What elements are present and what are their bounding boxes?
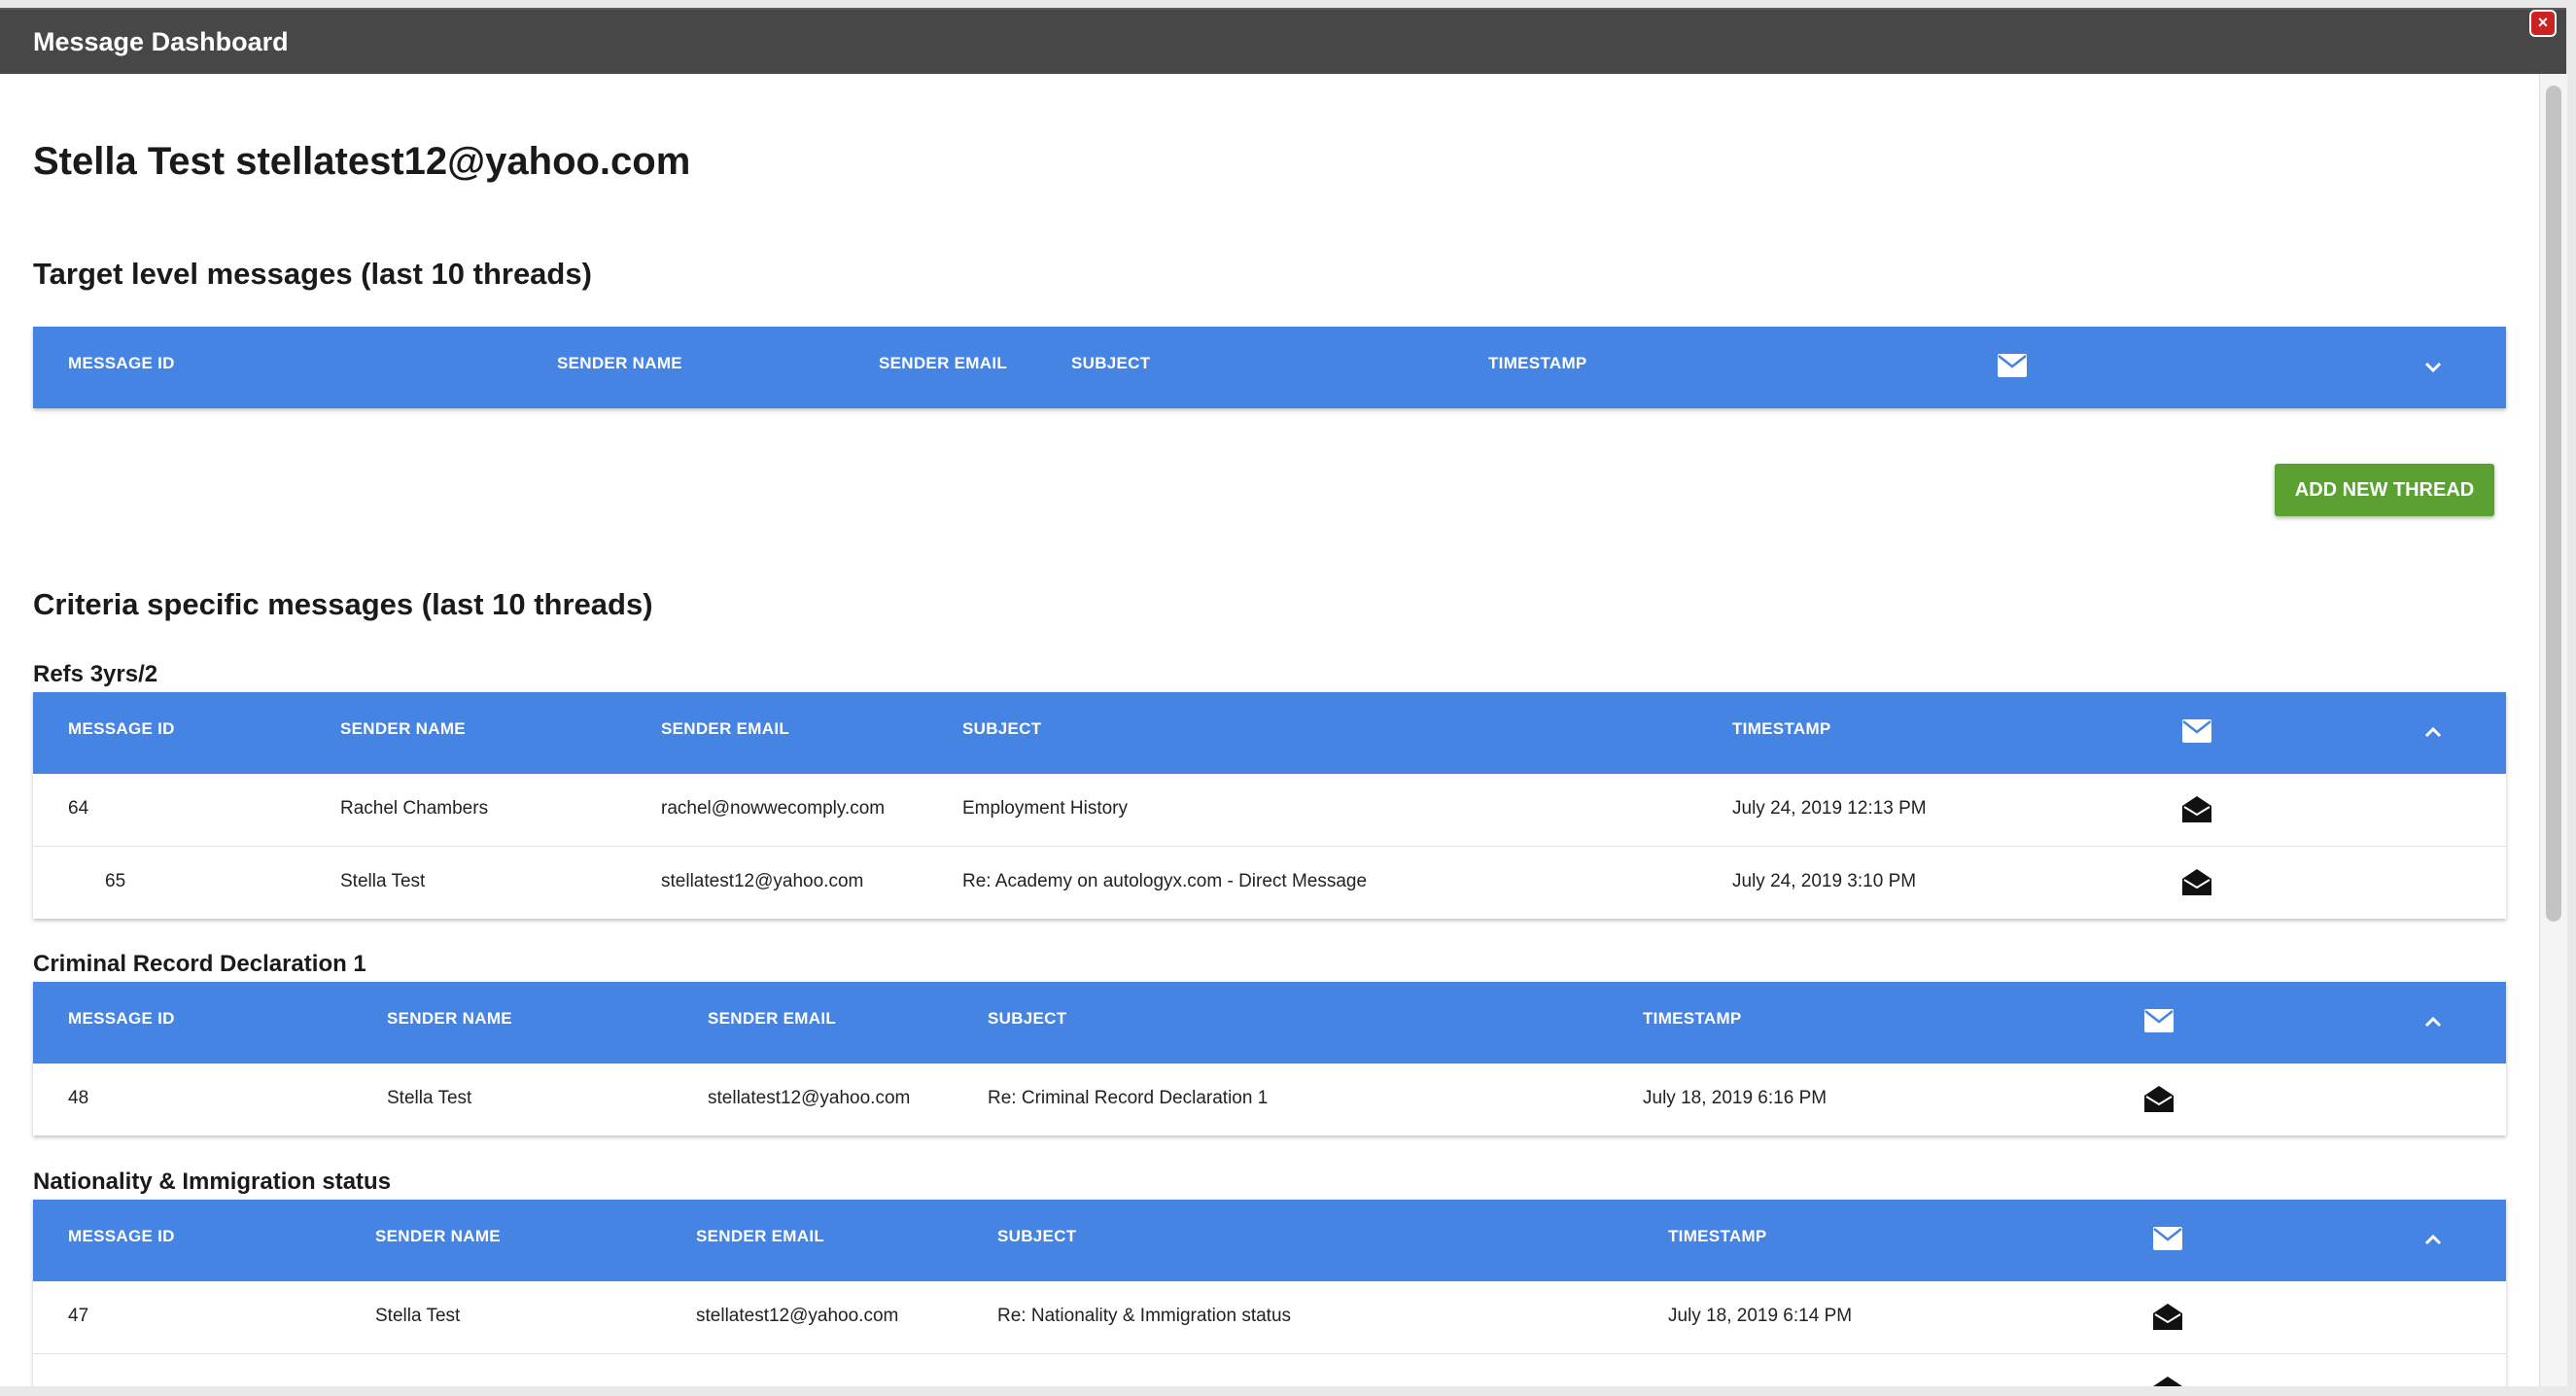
page-title: Stella Test stellatest12@yahoo.com xyxy=(33,140,691,183)
cell-sender-email: rachel@nowwecomply.com xyxy=(661,798,886,819)
column-sender-name: SENDER NAME xyxy=(387,1009,512,1028)
chevron-up-icon[interactable] xyxy=(2422,1229,2444,1250)
cell-subject: Re: Criminal Record Declaration 1 xyxy=(988,1088,1269,1108)
cell-message-id: 64 xyxy=(68,798,89,819)
column-sender-name: SENDER NAME xyxy=(375,1227,501,1245)
table-row[interactable]: 65 Stella Test stellatest12@yahoo.com Re… xyxy=(33,847,2506,919)
close-icon[interactable]: × xyxy=(2529,10,2557,37)
envelope-open-icon[interactable] xyxy=(2182,795,2211,822)
column-message-id: MESSAGE ID xyxy=(68,354,175,372)
group-title-nationality: Nationality & Immigration status xyxy=(33,1169,392,1195)
chevron-up-icon[interactable] xyxy=(2422,1011,2444,1032)
column-message-id: MESSAGE ID xyxy=(68,1227,175,1245)
cell-sender-name: Stella Test xyxy=(340,871,426,891)
table-header: MESSAGE ID SENDER NAME SENDER EMAIL SUBJ… xyxy=(33,1200,2506,1281)
column-sender-email: SENDER EMAIL xyxy=(879,354,1008,372)
table-row[interactable]: 48 Stella Test stellatest12@yahoo.com Re… xyxy=(33,1064,2506,1135)
column-timestamp: TIMESTAMP xyxy=(1488,354,1587,372)
column-sender-email: SENDER EMAIL xyxy=(708,1009,837,1028)
cell-message-id: 47 xyxy=(68,1306,89,1326)
chevron-down-icon[interactable] xyxy=(2422,356,2444,377)
cell-subject: Re: Academy on autologyx.com - Direct Me… xyxy=(962,871,1368,891)
envelope-open-icon[interactable] xyxy=(2144,1085,2174,1112)
dashboard-content: Stella Test stellatest12@yahoo.com Targe… xyxy=(0,74,2539,1386)
envelope-open-icon[interactable] xyxy=(2182,868,2211,895)
column-subject: SUBJECT xyxy=(1071,354,1151,372)
cell-timestamp: July 24, 2019 12:13 PM xyxy=(1732,798,1927,819)
window-title: Message Dashboard xyxy=(33,27,289,56)
cell-sender-name: Rachel Chambers xyxy=(340,798,489,819)
table-row[interactable] xyxy=(33,1354,2506,1386)
column-message-id: MESSAGE ID xyxy=(68,1009,175,1028)
window-titlebar: Message Dashboard xyxy=(0,8,2566,76)
cell-sender-email: stellatest12@yahoo.com xyxy=(708,1088,911,1108)
table-row[interactable]: 47 Stella Test stellatest12@yahoo.com Re… xyxy=(33,1281,2506,1354)
envelope-open-icon[interactable] xyxy=(2153,1376,2182,1386)
nationality-messages-table: MESSAGE ID SENDER NAME SENDER EMAIL SUBJ… xyxy=(33,1200,2506,1386)
envelope-closed-icon xyxy=(2153,1227,2182,1250)
refs-messages-table: MESSAGE ID SENDER NAME SENDER EMAIL SUBJ… xyxy=(33,692,2506,919)
cell-timestamp: July 24, 2019 3:10 PM xyxy=(1732,871,1917,891)
cell-subject: Employment History xyxy=(962,798,1128,819)
cell-message-id: 65 xyxy=(105,871,126,891)
column-sender-email: SENDER EMAIL xyxy=(696,1227,825,1245)
target-section-title: Target level messages (last 10 threads) xyxy=(33,257,592,291)
envelope-closed-icon xyxy=(1998,354,2027,377)
chevron-up-icon[interactable] xyxy=(2422,721,2444,743)
column-sender-name: SENDER NAME xyxy=(557,354,682,372)
column-sender-email: SENDER EMAIL xyxy=(661,719,790,738)
add-new-thread-button[interactable]: ADD NEW THREAD xyxy=(2275,464,2494,516)
column-subject: SUBJECT xyxy=(988,1009,1067,1028)
column-subject: SUBJECT xyxy=(962,719,1042,738)
envelope-closed-icon xyxy=(2182,719,2211,743)
cell-sender-email: stellatest12@yahoo.com xyxy=(696,1306,899,1326)
cell-subject: Re: Nationality & Immigration status xyxy=(997,1306,1292,1326)
cell-message-id: 48 xyxy=(68,1088,89,1108)
column-timestamp: TIMESTAMP xyxy=(1643,1009,1742,1028)
table-row[interactable]: 64 Rachel Chambers rachel@nowwecomply.co… xyxy=(33,774,2506,847)
cell-sender-name: Stella Test xyxy=(387,1088,472,1108)
column-timestamp: TIMESTAMP xyxy=(1732,719,1831,738)
cell-sender-email: stellatest12@yahoo.com xyxy=(661,871,864,891)
vertical-scrollbar[interactable] xyxy=(2539,74,2567,1386)
cell-timestamp: July 18, 2019 6:16 PM xyxy=(1643,1088,1828,1108)
column-message-id: MESSAGE ID xyxy=(68,719,175,738)
scrollbar-thumb[interactable] xyxy=(2546,86,2561,922)
column-sender-name: SENDER NAME xyxy=(340,719,466,738)
envelope-open-icon[interactable] xyxy=(2153,1303,2182,1330)
table-header: MESSAGE ID SENDER NAME SENDER EMAIL SUBJ… xyxy=(33,327,2506,408)
criminal-record-messages-table: MESSAGE ID SENDER NAME SENDER EMAIL SUBJ… xyxy=(33,982,2506,1135)
cell-sender-name: Stella Test xyxy=(375,1306,461,1326)
table-header: MESSAGE ID SENDER NAME SENDER EMAIL SUBJ… xyxy=(33,692,2506,774)
column-subject: SUBJECT xyxy=(997,1227,1077,1245)
target-messages-table: MESSAGE ID SENDER NAME SENDER EMAIL SUBJ… xyxy=(33,327,2506,408)
group-title-refs: Refs 3yrs/2 xyxy=(33,661,158,687)
envelope-closed-icon xyxy=(2144,1009,2174,1032)
cell-timestamp: July 18, 2019 6:14 PM xyxy=(1668,1306,1853,1326)
table-header: MESSAGE ID SENDER NAME SENDER EMAIL SUBJ… xyxy=(33,982,2506,1064)
criteria-section-title: Criteria specific messages (last 10 thre… xyxy=(33,587,653,621)
column-timestamp: TIMESTAMP xyxy=(1668,1227,1767,1245)
group-title-criminal-record: Criminal Record Declaration 1 xyxy=(33,951,366,977)
